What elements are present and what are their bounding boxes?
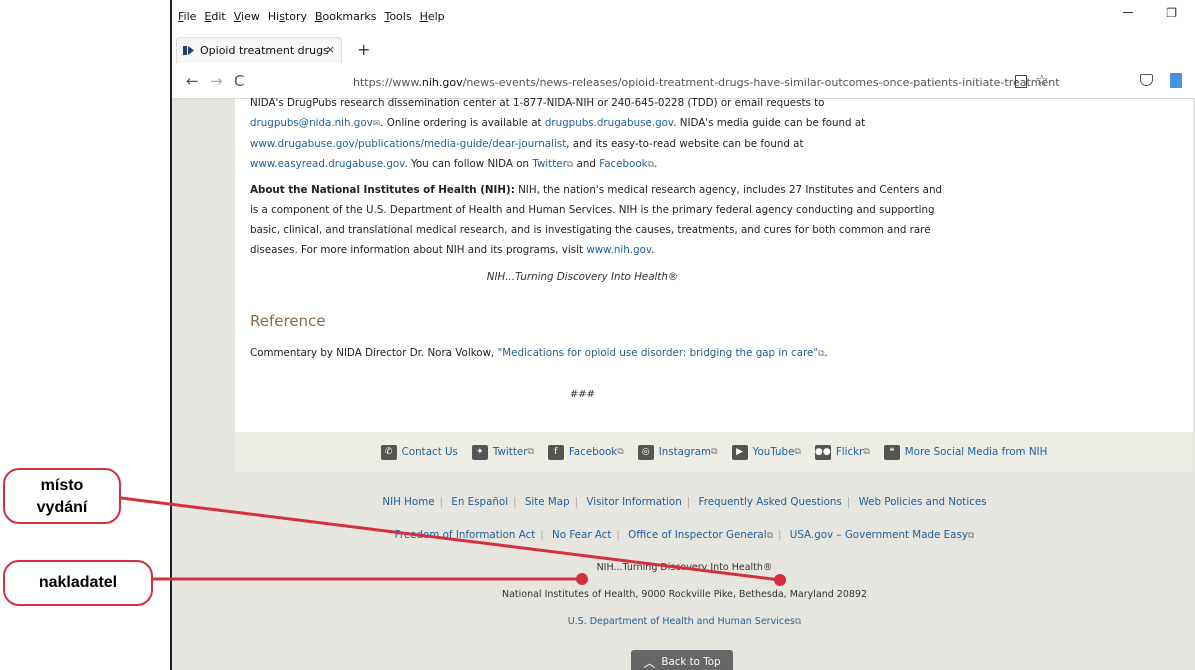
commentary-link[interactable]: "Medications for opioid use disorder: br… (498, 347, 819, 359)
twitter-link[interactable]: Twitter (532, 158, 567, 170)
twitter-social-link[interactable]: ✦ Twitter ⧉ (471, 444, 534, 460)
external-link-icon: ⧉ (766, 531, 774, 541)
reference-paragraph: Commentary by NIDA Director Dr. Nora Vol… (250, 347, 828, 359)
nih-home-link[interactable]: NIH Home (382, 496, 434, 508)
tab-close-icon[interactable]: × (326, 43, 335, 56)
menu-file[interactable]: File (178, 10, 196, 23)
easyread-link[interactable]: www.easyread.drugabuse.gov (250, 158, 404, 170)
inspector-general-link[interactable]: Office of Inspector General⧉ (628, 529, 773, 541)
external-link-icon: ⧉ (967, 531, 975, 541)
pocket-icon[interactable] (1140, 74, 1153, 86)
nih-gov-link[interactable]: www.nih.gov (586, 244, 651, 256)
footer-links-secondary: Freedom of Information Act | No Fear Act |… (394, 529, 975, 541)
usa-gov-link[interactable]: USA.gov – Government Made Easy⧉ (790, 529, 975, 541)
nih-favicon-icon (183, 45, 195, 56)
misto-vydani-label: místo vydání (3, 468, 121, 524)
footer-links-primary: NIH Home | En Español | Site Map | Visitor … (382, 496, 987, 508)
back-to-top-button[interactable]: ︿ Back to Top (631, 650, 733, 670)
external-link-icon: ⧉ (794, 617, 802, 627)
media-guide-link[interactable]: www.drugabuse.gov/publications/media-gui… (250, 138, 566, 150)
browser-window: File Edit View History Bookmarks Tools H… (170, 0, 1195, 670)
about-nih-paragraph: About the National Institutes of Health … (250, 184, 943, 256)
url-text[interactable]: https://www.nih.gov/news-events/news-rel… (353, 76, 1060, 89)
article-content: NIDA's DrugPubs research dissemination c… (235, 97, 1193, 472)
nida-contact-paragraph: NIDA's DrugPubs research dissemination c… (250, 97, 866, 170)
instagram-icon: ◎ (637, 444, 654, 460)
flickr-social-link[interactable]: ●● Flickr ⧉ (814, 444, 870, 460)
reload-icon[interactable]: C (234, 72, 244, 90)
tab-title: Opioid treatment drugs have sim (200, 44, 330, 57)
flickr-icon: ●● (814, 444, 831, 460)
visitor-info-link[interactable]: Visitor Information (586, 496, 681, 508)
external-link-icon: ⧉ (711, 447, 718, 457)
foia-link[interactable]: Freedom of Information Act (395, 529, 536, 541)
nakladatel-label: nakladatel (3, 560, 153, 606)
menu-history[interactable]: History (268, 10, 307, 23)
menu-tools[interactable]: Tools (384, 10, 411, 23)
youtube-social-link[interactable]: ▶ YouTube ⧉ (731, 444, 801, 460)
youtube-icon: ▶ (731, 444, 748, 460)
reference-heading: Reference (250, 312, 326, 330)
chevron-up-icon: ︿ (643, 655, 656, 670)
instagram-social-link[interactable]: ◎ Instagram ⧉ (637, 444, 718, 460)
footer-tagline: NIH...Turning Discovery Into Health® (596, 562, 773, 573)
nih-tagline: NIH...Turning Discovery Into Health® (486, 271, 679, 283)
external-link-icon: ⧉ (527, 447, 534, 457)
social-media-bar: ✆ Contact Us ✦ Twitter ⧉ f Facebook ⧉ ◎ Instag… (235, 432, 1193, 472)
menu-view[interactable]: View (234, 10, 260, 23)
restore-icon[interactable]: ❐ (1166, 6, 1177, 20)
web-policies-link[interactable]: Web Policies and Notices (859, 496, 987, 508)
contact-us-link[interactable]: ✆ Contact Us (380, 444, 458, 460)
hhs-link[interactable]: U.S. Department of Health and Human Serv… (172, 616, 1195, 627)
drugpubs-link[interactable]: drugpubs.drugabuse.gov (545, 117, 673, 129)
minimize-icon[interactable] (1123, 12, 1133, 13)
chat-icon: ❝ (883, 444, 900, 460)
email-link[interactable]: drugpubs@nida.nih.gov (250, 117, 373, 129)
twitter-icon: ✦ (471, 444, 488, 460)
external-link-icon: ⧉ (863, 447, 870, 457)
no-fear-act-link[interactable]: No Fear Act (552, 529, 611, 541)
back-arrow-icon[interactable]: ← (186, 72, 199, 90)
bookmark-star-icon[interactable]: ☆ (1035, 71, 1048, 89)
menu-bar: File Edit View History Bookmarks Tools H… (172, 0, 1195, 33)
facebook-social-link[interactable]: f Facebook ⧉ (547, 444, 624, 460)
external-link-icon: ⧉ (617, 447, 624, 457)
url-bar[interactable]: https://www.nih.gov/news-events/news-rel… (337, 70, 1060, 94)
menu-edit[interactable]: Edit (204, 10, 225, 23)
facebook-link[interactable]: Facebook (599, 158, 647, 170)
new-tab-icon[interactable]: + (357, 40, 370, 59)
reader-view-icon[interactable] (1015, 75, 1027, 88)
menu-bookmarks[interactable]: Bookmarks (315, 10, 376, 23)
facebook-icon: f (547, 444, 564, 460)
document-icon[interactable] (1170, 73, 1182, 88)
more-social-link[interactable]: ❝ More Social Media from NIH (883, 444, 1047, 460)
site-map-link[interactable]: Site Map (525, 496, 570, 508)
en-espanol-link[interactable]: En Español (451, 496, 508, 508)
forward-arrow-icon[interactable]: → (210, 72, 223, 90)
external-link-icon: ⧉ (794, 447, 801, 457)
phone-icon: ✆ (380, 444, 397, 460)
menu-help[interactable]: Help (420, 10, 445, 23)
annotated-screenshot: File Edit View History Bookmarks Tools H… (0, 0, 1195, 670)
tab-active[interactable]: Opioid treatment drugs have sim × (176, 37, 342, 63)
end-marker: ### (569, 389, 596, 400)
faq-link[interactable]: Frequently Asked Questions (699, 496, 842, 508)
footer-address: National Institutes of Health, 9000 Rock… (501, 589, 868, 600)
tab-bar: Opioid treatment drugs have sim × + (172, 33, 1195, 63)
